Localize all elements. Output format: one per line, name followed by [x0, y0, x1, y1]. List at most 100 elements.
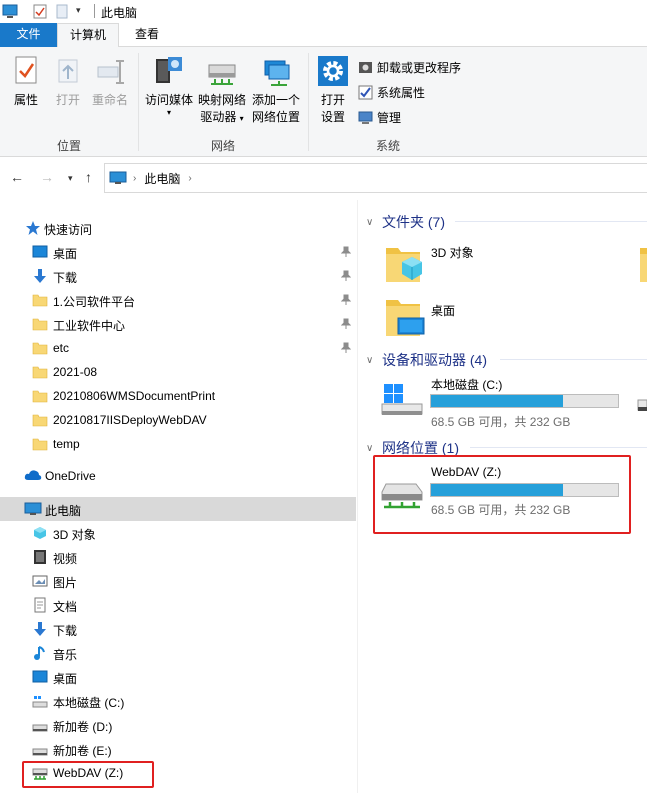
- sidebar-item-pc[interactable]: 本地磁盘 (C:): [0, 689, 356, 713]
- sidebar-item-label: 音乐: [53, 648, 78, 662]
- rename-button[interactable]: 重命名: [90, 55, 130, 109]
- section-title: 设备和驱动器 (4): [382, 352, 487, 368]
- breadcrumb-chevron-icon[interactable]: ›: [188, 173, 191, 184]
- back-arrow-icon[interactable]: ←: [10, 169, 24, 185]
- sidebar-item-quick[interactable]: etc: [0, 336, 356, 360]
- sidebar-item-quick[interactable]: temp: [0, 432, 356, 456]
- desktop-icon: [32, 244, 48, 260]
- folder-icon-partial: [640, 248, 647, 282]
- pane-splitter[interactable]: [357, 200, 358, 793]
- sidebar-item-pc[interactable]: 新加卷 (E:): [0, 737, 356, 761]
- map-network-drive-button[interactable]: 映射网络 驱动器 ▾: [195, 55, 249, 127]
- add-location-label-1: 添加一个: [251, 93, 300, 107]
- documents-icon: [32, 597, 48, 613]
- sidebar-item-label: OneDrive: [45, 469, 96, 483]
- tab-computer[interactable]: 计算机: [57, 23, 119, 48]
- sidebar-item-pc[interactable]: 新加卷 (D:): [0, 713, 356, 737]
- sidebar-item-label: 文档: [53, 600, 78, 614]
- sidebar-item-label: temp: [53, 437, 80, 451]
- section-divider: [470, 447, 647, 448]
- window-title: 此电脑: [101, 6, 138, 20]
- folder-label: 桌面: [431, 304, 456, 318]
- recent-locations-chevron-icon[interactable]: ▾: [68, 173, 73, 184]
- sidebar-item-quick[interactable]: 下载: [0, 264, 356, 288]
- sidebar-item-quick[interactable]: 20210806WMSDocumentPrint: [0, 384, 356, 408]
- folder-icon: [32, 388, 48, 404]
- sidebar-item-label: 本地磁盘 (C:): [53, 696, 125, 710]
- rename-icon: [97, 60, 124, 84]
- sidebar-item-pc[interactable]: 3D 对象: [0, 521, 356, 545]
- tab-view[interactable]: 查看: [124, 23, 170, 47]
- up-arrow-icon[interactable]: ↑: [85, 169, 92, 185]
- sidebar-item-pc[interactable]: 文档: [0, 593, 356, 617]
- new-folder-quick-icon[interactable]: [56, 4, 68, 19]
- sidebar-item-quick[interactable]: 工业软件中心: [0, 312, 356, 336]
- folder-3d-objects[interactable]: 3D 对象: [380, 236, 640, 288]
- drive-name: 本地磁盘 (C:): [431, 378, 503, 392]
- sidebar-item-label: 20210806WMSDocumentPrint: [53, 389, 216, 403]
- add-network-location-button[interactable]: 添加一个 网络位置: [249, 55, 303, 126]
- video-icon: [32, 549, 48, 565]
- pin-icon[interactable]: [340, 342, 352, 354]
- sidebar-item-label: 2021-08: [53, 365, 98, 379]
- pin-icon[interactable]: [340, 294, 352, 306]
- sidebar-item-quick[interactable]: 桌面: [0, 240, 356, 264]
- uninstall-program-button[interactable]: 卸载或更改程序: [358, 58, 461, 76]
- sidebar-item-label: 视频: [53, 552, 78, 566]
- properties-button[interactable]: 属性: [6, 55, 46, 109]
- section-header-folders[interactable]: ∨ 文件夹 (7): [366, 212, 445, 232]
- sidebar-item-quick[interactable]: 2021-08: [0, 360, 356, 384]
- customize-toolbar-chevron-icon[interactable]: ▾: [76, 5, 81, 16]
- properties-quick-icon[interactable]: [33, 4, 47, 19]
- settings-gear-icon: [318, 56, 348, 86]
- sidebar-item-onedrive[interactable]: OneDrive: [0, 464, 356, 488]
- sidebar-item-this-pc[interactable]: 此电脑: [0, 497, 356, 521]
- pin-icon[interactable]: [340, 246, 352, 258]
- breadcrumb-chevron-icon[interactable]: ›: [133, 173, 136, 184]
- drive-usage-fill: [431, 395, 563, 407]
- sidebar-item-label: 3D 对象: [53, 528, 96, 542]
- sidebar-item-pc[interactable]: 视频: [0, 545, 356, 569]
- map-drive-icon: [208, 64, 236, 85]
- sidebar-item-pc[interactable]: 桌面: [0, 665, 356, 689]
- sidebar-item-pc[interactable]: 下载: [0, 617, 356, 641]
- navigation-pane: 快速访问 桌面 下载 1.公司软件平台 工业软件中心 etc 2021-08 2021080…: [0, 210, 356, 793]
- sidebar-item-pc[interactable]: 图片: [0, 569, 356, 593]
- section-title: 文件夹 (7): [382, 214, 445, 230]
- manage-button[interactable]: 管理: [358, 108, 401, 126]
- collapse-chevron-icon[interactable]: ∨: [366, 217, 377, 228]
- folder-desktop[interactable]: 桌面: [380, 292, 640, 344]
- open-button[interactable]: 打开: [50, 55, 86, 109]
- address-bar[interactable]: › 此电脑 ›: [104, 163, 647, 193]
- collapse-chevron-icon[interactable]: ∨: [366, 443, 377, 454]
- pin-icon[interactable]: [340, 318, 352, 330]
- folder-icon: [32, 292, 48, 308]
- sidebar-item-quick[interactable]: 1.公司软件平台: [0, 288, 356, 312]
- manage-icon: [358, 111, 373, 124]
- pin-icon[interactable]: [340, 270, 352, 282]
- access-media-dropdown-icon: ▾: [166, 108, 171, 117]
- uninstall-label: 卸载或更改程序: [377, 60, 462, 75]
- access-media-button[interactable]: 访问媒体 ▾: [143, 55, 195, 117]
- section-header-devices[interactable]: ∨ 设备和驱动器 (4): [366, 350, 487, 370]
- sidebar-item-label: 新加卷 (D:): [53, 720, 113, 734]
- sidebar-item-label: etc: [53, 341, 70, 355]
- drive-icon: [32, 717, 48, 733]
- forward-arrow-icon[interactable]: →: [40, 169, 54, 185]
- system-properties-button[interactable]: 系统属性: [358, 83, 425, 101]
- open-settings-button[interactable]: 打开 设置: [314, 55, 352, 126]
- sidebar-item-label: 桌面: [53, 247, 78, 261]
- sidebar-item-pc[interactable]: 音乐: [0, 641, 356, 665]
- drive-free-space: 68.5 GB 可用，共 232 GB: [431, 415, 571, 429]
- drive-local-c[interactable]: 本地磁盘 (C:) 68.5 GB 可用，共 232 GB: [378, 372, 628, 429]
- group-label-location: 位置: [56, 139, 81, 153]
- breadcrumb-this-pc[interactable]: 此电脑: [144, 170, 180, 187]
- drive-usage-bar: [430, 394, 619, 408]
- tab-file[interactable]: 文件: [0, 23, 57, 47]
- collapse-chevron-icon[interactable]: ∨: [366, 355, 377, 366]
- sidebar-item-quick[interactable]: 20210817IISDeployWebDAV: [0, 408, 356, 432]
- sidebar-item-quick-access[interactable]: 快速访问: [0, 216, 356, 240]
- title-separator: [94, 4, 95, 18]
- map-drive-label-2-row: 驱动器 ▾: [195, 109, 249, 127]
- drive-icon: [32, 741, 48, 757]
